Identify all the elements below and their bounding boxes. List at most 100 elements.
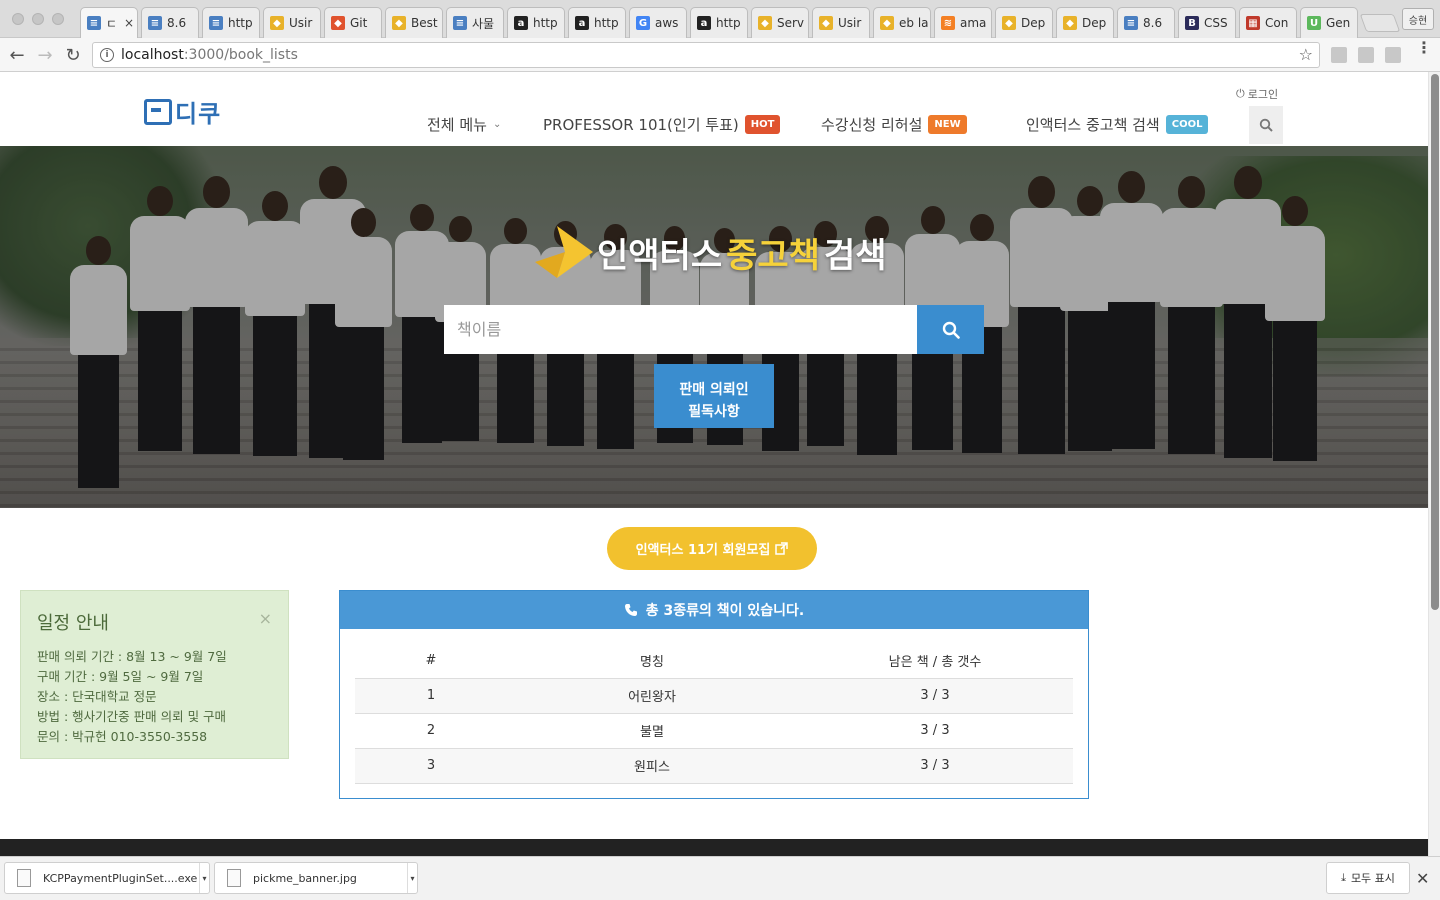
- doc-icon: ≡: [209, 16, 223, 30]
- tab-title: 8.6: [167, 16, 187, 30]
- tab-title: Dep: [1082, 16, 1107, 30]
- browser-tab[interactable]: a http: [507, 7, 565, 38]
- browser-tab[interactable]: ◆ Git: [324, 7, 382, 38]
- show-all-downloads-button[interactable]: ⤓ 모두 표시: [1326, 862, 1410, 894]
- file-icon: [17, 869, 31, 887]
- tab-title: ㄷ: [106, 16, 118, 31]
- browser-tab[interactable]: ◆ Best: [385, 7, 443, 38]
- forward-arrow-icon[interactable]: →: [34, 44, 56, 66]
- tab-title: 사물: [472, 16, 495, 31]
- download-item[interactable]: KCPPaymentPluginSet....exe ▾: [4, 862, 210, 894]
- scrollbar-thumb[interactable]: [1431, 74, 1439, 610]
- browser-tab[interactable]: ≡ ㄷ ×: [80, 7, 138, 38]
- tab-title: Usir: [289, 16, 313, 30]
- chevron-down-icon[interactable]: ▾: [199, 863, 209, 893]
- table-row[interactable]: 3 원피스 3 / 3: [355, 748, 1073, 784]
- reload-icon[interactable]: ↻: [62, 44, 84, 66]
- window-minimize-button[interactable]: [32, 13, 44, 25]
- stack-icon: ◆: [880, 16, 894, 30]
- nav-professor-101[interactable]: PROFESSOR 101(인기 투표) HOT: [543, 114, 781, 135]
- browser-tab[interactable]: ≋ ama: [934, 7, 992, 38]
- tab-title: http: [533, 16, 558, 30]
- row-number: 3: [355, 748, 507, 784]
- login-link[interactable]: ⏻ 로그인: [1236, 86, 1278, 102]
- table-row[interactable]: 1 어린왕자 3 / 3: [355, 678, 1073, 714]
- back-arrow-icon[interactable]: ←: [6, 44, 28, 66]
- extension-icon[interactable]: [1358, 47, 1374, 63]
- schedule-alert: 일정 안내 × 판매 의뢰 기간 : 8월 13 ~ 9월 7일 구매 기간 :…: [20, 590, 289, 759]
- close-tab-icon[interactable]: ×: [124, 16, 134, 30]
- extension-icon[interactable]: [1385, 47, 1401, 63]
- nav-registration-rehearsal[interactable]: 수강신청 리허설 NEW: [821, 114, 967, 135]
- window-zoom-button[interactable]: [52, 13, 64, 25]
- search-icon: [1259, 118, 1273, 132]
- chevron-down-icon: ⌄: [492, 119, 502, 130]
- browser-tab[interactable]: ◆ Usir: [812, 7, 870, 38]
- column-header-number: #: [355, 643, 507, 679]
- browser-tab[interactable]: U Gen: [1300, 7, 1358, 38]
- browser-tab[interactable]: ◆ eb la: [873, 7, 931, 38]
- new-tab-button[interactable]: [1359, 14, 1401, 32]
- browser-tab[interactable]: a http: [568, 7, 626, 38]
- window-close-button[interactable]: [12, 13, 24, 25]
- browser-tab[interactable]: ◆ Dep: [1056, 7, 1114, 38]
- browser-tab[interactable]: ≡ 8.6: [141, 7, 199, 38]
- nav-search-button[interactable]: [1249, 106, 1283, 144]
- column-header-name: 명칭: [507, 643, 797, 679]
- hero-banner: 인액터스 중고책 검색 판매 의뢰인 필독사항: [0, 146, 1428, 508]
- site-logo[interactable]: 디쿠: [144, 94, 221, 129]
- row-book-count: 3 / 3: [797, 748, 1073, 784]
- tab-title: http: [594, 16, 619, 30]
- browser-tab[interactable]: ≡ 8.6: [1117, 7, 1175, 38]
- address-bar[interactable]: i localhost:3000/book_lists ☆: [92, 42, 1320, 68]
- arrow-logo-icon: [535, 226, 593, 278]
- book-count-heading: 총 3종류의 책이 있습니다.: [645, 603, 805, 619]
- close-icon[interactable]: ✕: [1416, 869, 1429, 888]
- nav-all-menu[interactable]: 전체 메뉴 ⌄: [427, 114, 501, 135]
- schedule-line: 구매 기간 : 9월 5일 ~ 9월 7일: [37, 669, 204, 684]
- extension-icon[interactable]: [1331, 47, 1347, 63]
- nav-used-book-search[interactable]: 인액터스 중고책 검색 COOL: [1026, 114, 1209, 135]
- profile-button[interactable]: 승현: [1402, 8, 1434, 30]
- close-icon[interactable]: ×: [259, 609, 272, 628]
- browser-tab[interactable]: B CSS: [1178, 7, 1236, 38]
- browser-menu-icon[interactable]: ⋮: [1416, 40, 1432, 56]
- schedule-line: 장소 : 단국대학교 정문: [37, 689, 157, 704]
- table-row[interactable]: 2 불멸 3 / 3: [355, 713, 1073, 749]
- browser-tab[interactable]: ◆ Serv: [751, 7, 809, 38]
- stack-icon: ◆: [1002, 16, 1016, 30]
- stack-icon: ◆: [819, 16, 833, 30]
- book-search-button[interactable]: [917, 305, 984, 354]
- chevron-down-icon[interactable]: ▾: [407, 863, 417, 893]
- tab-title: 8.6: [1143, 16, 1163, 30]
- download-shelf: KCPPaymentPluginSet....exe ▾ pickme_bann…: [0, 856, 1440, 900]
- nav-used-book-search-label: 인액터스 중고책 검색: [1026, 116, 1160, 134]
- logo-mark: [144, 98, 172, 125]
- stack-icon: ◆: [758, 16, 772, 30]
- book-search-input[interactable]: [444, 305, 917, 354]
- image-file-icon: [227, 869, 241, 887]
- recruit-button[interactable]: 인액터스 11기 회원모집: [607, 527, 817, 570]
- browser-tab[interactable]: ≡ 사물: [446, 7, 504, 38]
- browser-tab[interactable]: ◆ Usir: [263, 7, 321, 38]
- tab-title: Dep: [1021, 16, 1046, 30]
- url-host: localhost: [121, 47, 184, 63]
- docs-icon: ≡: [1124, 16, 1138, 30]
- page-scrollbar[interactable]: [1428, 72, 1440, 856]
- external-link-icon: [775, 542, 789, 555]
- bookmark-star-icon[interactable]: ☆: [1299, 45, 1313, 64]
- seller-notice-button[interactable]: 판매 의뢰인 필독사항: [654, 364, 774, 428]
- browser-tab[interactable]: ≡ http: [202, 7, 260, 38]
- tab-title: Con: [1265, 16, 1289, 30]
- tab-title: ama: [960, 16, 987, 30]
- browser-tab[interactable]: ▦ Con: [1239, 7, 1297, 38]
- download-item[interactable]: pickme_banner.jpg ▾: [214, 862, 418, 894]
- site-header: 디쿠 ⏻ 로그인 전체 메뉴 ⌄ PROFESSOR 101(인기 투표) HO…: [0, 72, 1428, 146]
- browser-tab[interactable]: Gaws: [629, 7, 687, 38]
- stack-icon: ◆: [1063, 16, 1077, 30]
- browser-tab[interactable]: a http: [690, 7, 748, 38]
- nav-all-menu-label: 전체 메뉴: [427, 116, 487, 134]
- browser-tab[interactable]: ◆ Dep: [995, 7, 1053, 38]
- info-icon[interactable]: i: [100, 48, 114, 62]
- tab-title: CSS: [1204, 16, 1228, 30]
